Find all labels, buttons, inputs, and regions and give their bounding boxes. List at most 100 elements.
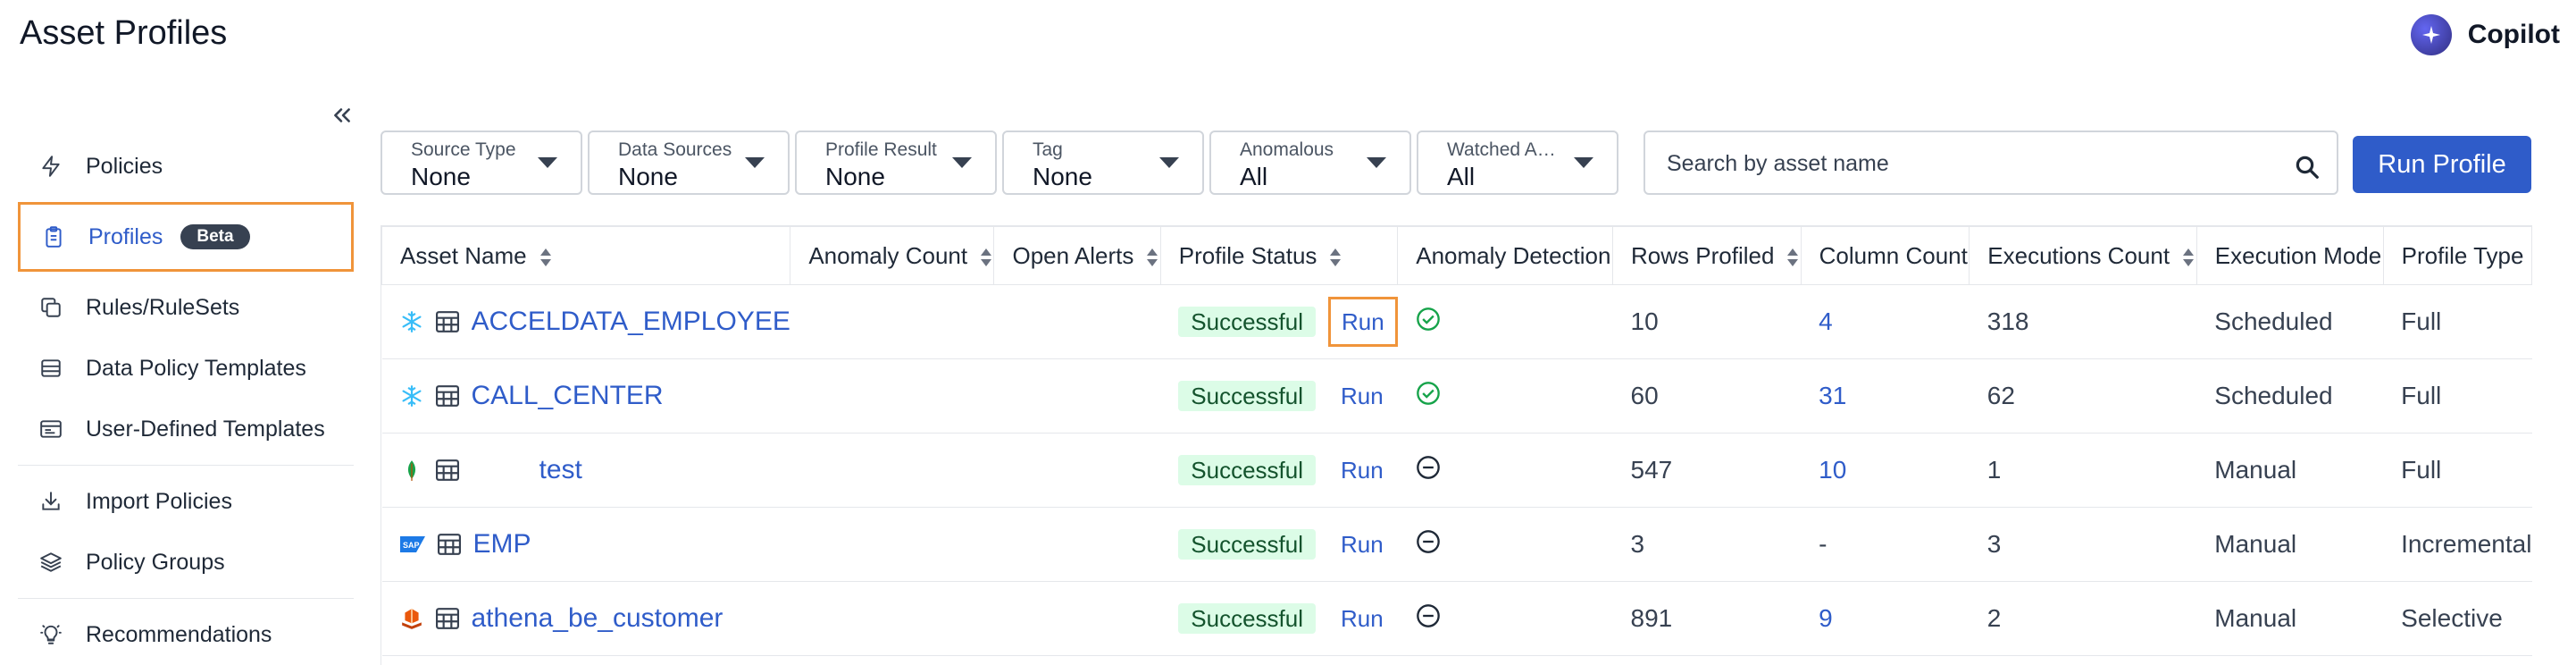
caret-down-icon <box>952 157 972 168</box>
template-icon <box>40 420 62 438</box>
profile-result-filter[interactable]: Profile Result None <box>795 130 997 195</box>
copy-icon <box>41 298 61 317</box>
sidebar-item-user-defined-templates[interactable]: User-Defined Templates <box>18 399 354 459</box>
run-link[interactable]: Run <box>1328 374 1396 418</box>
executions-count: 3 <box>1969 507 2197 582</box>
sidebar-item-label: Recommendations <box>86 621 272 647</box>
status-badge: Successful <box>1178 307 1317 337</box>
column-header-open-alerts[interactable]: Open Alerts <box>993 225 1161 285</box>
asset-name-link[interactable]: test <box>539 455 582 485</box>
execution-mode: Manual <box>2196 433 2384 508</box>
filter-label: Anomalous <box>1240 139 1334 160</box>
copilot-button[interactable]: Copilot <box>2410 14 2560 55</box>
sidebar: Policies Profiles Beta Rules/RuleSets Da… <box>18 136 354 665</box>
table-icon <box>435 385 459 407</box>
table-icon <box>435 459 459 481</box>
column-header-execution-mode: Execution Mode <box>2195 225 2384 285</box>
check-circle-icon <box>1416 307 1440 331</box>
status-badge: Successful <box>1178 381 1317 411</box>
caret-down-icon <box>1159 157 1179 168</box>
sidebar-item-recommendations[interactable]: Recommendations <box>18 604 354 665</box>
executions-count: 1 <box>1969 433 2197 508</box>
rows-profiled: 3 <box>1612 507 1802 582</box>
table-row[interactable]: SAP EMP Successful Run 3 - 3 Manual Incre… <box>381 507 2532 582</box>
run-profile-button[interactable]: Run Profile <box>2353 136 2531 193</box>
table-row[interactable]: test Successful Run 547 10 1 Manual Full <box>381 433 2532 508</box>
anomalous-filter[interactable]: Anomalous All <box>1209 130 1411 195</box>
check-circle-icon <box>1416 381 1440 405</box>
sidebar-item-profiles[interactable]: Profiles Beta <box>18 202 354 272</box>
column-count-link[interactable]: 4 <box>1819 307 1833 335</box>
run-link[interactable]: Run <box>1328 448 1396 492</box>
filter-label: Data Sources <box>618 139 732 160</box>
sort-icon[interactable] <box>1146 248 1158 267</box>
column-count-link[interactable]: 31 <box>1819 382 1846 409</box>
status-badge: Successful <box>1178 603 1317 634</box>
sidebar-item-rules-rulesets[interactable]: Rules/RuleSets <box>18 277 354 338</box>
minus-circle-icon <box>1416 455 1440 479</box>
table-icon <box>437 534 461 555</box>
layers-icon <box>40 552 62 572</box>
column-count: - <box>1801 507 1970 582</box>
status-badge: Successful <box>1178 529 1317 560</box>
asset-name-link[interactable]: athena_be_customer <box>472 603 723 634</box>
table-row[interactable]: ACCELDATA_EMPLOYEE Successful Run 10 4 31… <box>381 284 2532 359</box>
asset-name-link[interactable]: EMP <box>473 529 531 560</box>
table-row[interactable]: CALL_CENTER Successful Run 60 31 62 Sched… <box>381 358 2532 434</box>
sidebar-item-data-policy-templates[interactable]: Data Policy Templates <box>18 338 354 399</box>
collapse-sidebar-icon[interactable] <box>327 100 357 130</box>
status-badge: Successful <box>1178 455 1317 485</box>
column-header-anomaly-count[interactable]: Anomaly Count <box>790 225 995 285</box>
sidebar-item-label: Rules/RuleSets <box>86 294 240 320</box>
table-row[interactable]: athena_be_customer Successful Run 891 9 2… <box>381 581 2532 656</box>
sidebar-divider <box>18 465 354 466</box>
filter-bar: Source Type None Data Sources None Profi… <box>381 130 1618 195</box>
rows-profiled: 60 <box>1612 358 1802 434</box>
asset-name-link[interactable]: ACCELDATA_EMPLOYEE <box>472 307 790 337</box>
sidebar-item-label: Import Policies <box>86 488 232 514</box>
run-link[interactable]: Run <box>1328 596 1396 641</box>
filter-value: None <box>411 163 471 190</box>
tag-filter[interactable]: Tag None <box>1002 130 1204 195</box>
page-title: Asset Profiles <box>20 14 228 52</box>
sidebar-item-policies[interactable]: Policies <box>18 136 354 197</box>
sidebar-item-policy-groups[interactable]: Policy Groups <box>18 532 354 593</box>
clipboard-icon <box>46 226 62 248</box>
sidebar-item-label: User-Defined Templates <box>86 416 325 442</box>
column-count-link[interactable]: 10 <box>1819 456 1846 484</box>
watched-assets-filter[interactable]: Watched Assets All <box>1417 130 1618 195</box>
asset-name-link[interactable]: CALL_CENTER <box>472 381 664 411</box>
sparkle-icon <box>2410 14 2452 55</box>
column-header-anomaly-detection: Anomaly Detection <box>1397 225 1614 285</box>
source-type-filter[interactable]: Source Type None <box>381 130 582 195</box>
run-link[interactable]: Run <box>1328 297 1398 347</box>
profile-type: Incremental <box>2383 507 2532 582</box>
sort-icon[interactable] <box>980 248 992 267</box>
search-icon[interactable] <box>2294 154 2321 181</box>
caret-down-icon <box>1367 157 1386 168</box>
column-header-profile-status[interactable]: Profile Status <box>1159 225 1399 285</box>
sort-icon[interactable] <box>1786 248 1799 267</box>
column-count-link[interactable]: 9 <box>1819 604 1833 632</box>
column-header-rows-profiled[interactable]: Rows Profiled <box>1612 225 1802 285</box>
import-icon <box>42 492 60 510</box>
run-link[interactable]: Run <box>1328 522 1396 567</box>
search-input[interactable] <box>1665 145 2276 182</box>
minus-circle-icon <box>1416 529 1440 553</box>
sort-icon[interactable] <box>1329 248 1342 267</box>
sort-icon[interactable] <box>539 248 552 267</box>
snowflake-icon <box>401 311 422 332</box>
search-box <box>1643 130 2338 195</box>
sidebar-item-label: Policies <box>86 153 163 179</box>
sidebar-item-import-policies[interactable]: Import Policies <box>18 471 354 532</box>
column-header-executions-count[interactable]: Executions Count <box>1969 225 2197 285</box>
data-sources-filter[interactable]: Data Sources None <box>588 130 790 195</box>
execution-mode: Scheduled <box>2196 284 2384 359</box>
sort-icon[interactable] <box>2182 248 2195 267</box>
mongodb-leaf-icon <box>407 460 415 481</box>
filter-label: Watched Assets <box>1447 139 1563 160</box>
execution-mode: Manual <box>2196 507 2384 582</box>
column-header-asset-name[interactable]: Asset Name <box>381 225 791 285</box>
athena-icon <box>401 609 422 629</box>
profile-type: Full <box>2383 284 2532 359</box>
